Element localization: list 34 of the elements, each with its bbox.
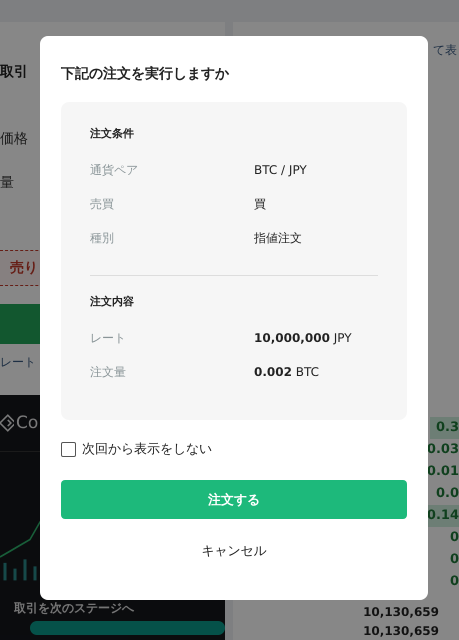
field-label: 量 bbox=[0, 174, 14, 193]
summary-label: レート bbox=[90, 330, 127, 346]
section-heading: 注文条件 bbox=[90, 126, 135, 142]
show-all-link[interactable]: て表 bbox=[433, 42, 457, 59]
order-amount: 0.01 bbox=[426, 463, 459, 481]
logo-icon bbox=[0, 411, 14, 435]
summary-label: 注文量 bbox=[90, 364, 127, 380]
summary-value: 10,000,000 JPY bbox=[254, 331, 352, 345]
checkbox[interactable] bbox=[61, 442, 76, 456]
section-heading: 注文内容 bbox=[90, 294, 135, 310]
summary-value: 買 bbox=[254, 196, 266, 212]
order-amount: 0.3 bbox=[430, 417, 459, 439]
order-amount: 0.0 bbox=[434, 485, 459, 503]
place-order-button[interactable]: 注文する bbox=[61, 480, 407, 519]
panel-title: 取引 bbox=[0, 63, 28, 82]
order-amount: 0 bbox=[448, 551, 459, 569]
order-amount: 0 bbox=[448, 529, 459, 547]
dialog-title: 下記の注文を実行しますか bbox=[61, 64, 230, 84]
cancel-button[interactable]: キャンセル bbox=[196, 541, 272, 561]
summary-label: 通貨ペア bbox=[90, 162, 139, 178]
order-amount: 0 bbox=[448, 573, 459, 591]
order-price: 10,130,659 bbox=[363, 623, 439, 640]
summary-label: 種別 bbox=[90, 230, 115, 246]
rate-link[interactable]: レート bbox=[0, 354, 36, 371]
field-label: 価格 bbox=[0, 130, 28, 149]
summary-value: 指値注文 bbox=[254, 230, 302, 246]
summary-value: 0.002 BTC bbox=[254, 365, 320, 379]
order-price: 10,130,659 bbox=[363, 604, 439, 621]
logo-text: Co bbox=[16, 413, 38, 433]
order-amount: 0.03 bbox=[426, 441, 459, 459]
banner-caption: 取引を次のステージへ bbox=[14, 600, 134, 617]
summary-value: BTC / JPY bbox=[254, 163, 307, 177]
checkbox-label: 次回から表示をしない bbox=[82, 441, 212, 458]
summary-label: 売買 bbox=[90, 196, 115, 212]
